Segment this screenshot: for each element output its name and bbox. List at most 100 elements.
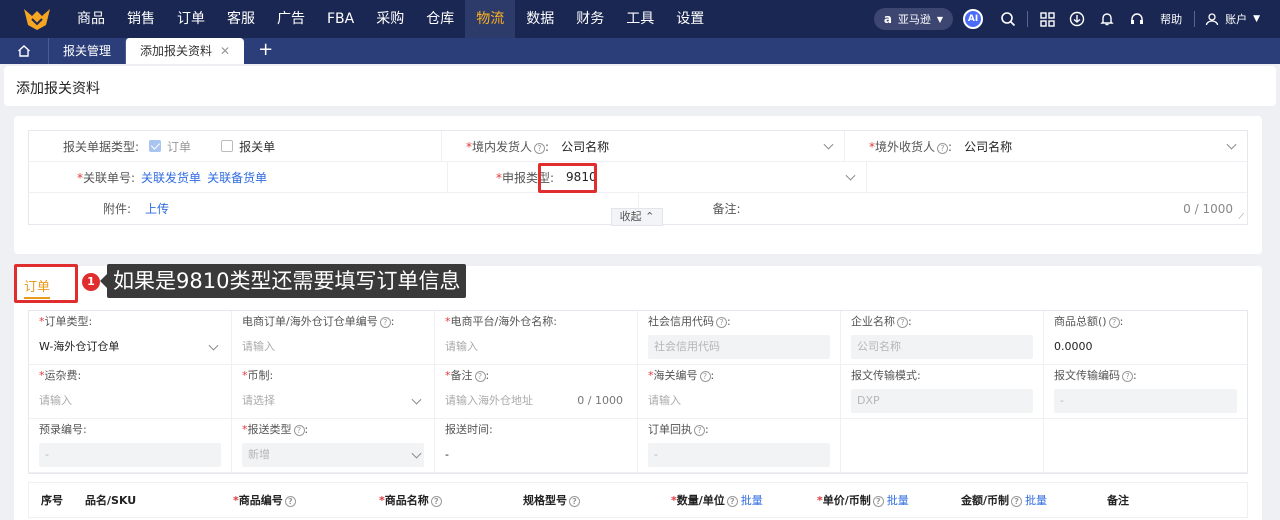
order-field[interactable]: *报送类型?: 新增 [232,419,435,473]
order-field[interactable]: 企业名称?: 公司名称 [841,311,1044,365]
field-input[interactable]: DXP [851,389,1033,413]
consignee-select[interactable]: *境外收货人?: 公司名称 [845,131,1247,161]
related-stock-link[interactable]: 关联备货单 [207,169,267,186]
field-input[interactable]: 社会信用代码 [648,335,830,359]
main-menu: 商品 销售 订单 客服 广告 FBA 采购 仓库 物流 数据 财务 工具 设置 [66,0,715,38]
nav-item[interactable]: FBA [316,0,365,38]
nav-item[interactable]: 销售 [116,0,166,38]
field-value: - [1060,394,1064,407]
highlight-declare-type [538,163,597,193]
colon: : [1133,369,1137,382]
nav-item[interactable]: 数据 [515,0,565,38]
declaration-checkbox[interactable] [221,140,234,152]
shipper-select[interactable]: *境内发货人?: 公司名称 [442,131,845,161]
headset-icon[interactable] [1122,0,1152,38]
order-field[interactable]: *备注?: 请输入海外仓地址 0 / 1000 [435,365,638,419]
nav-item[interactable]: 工具 [615,0,665,38]
add-tab-button[interactable]: + [244,38,287,64]
resize-handle-icon[interactable]: ⟋ [1238,212,1244,222]
order-field[interactable]: *电商平台/海外仓名称: 请输入 [435,311,638,365]
nav-item[interactable]: 广告 [266,0,316,38]
app-logo[interactable] [22,7,52,31]
field-label-text: 报文传输编码 [1054,369,1120,382]
nav-item[interactable]: 财务 [565,0,615,38]
order-field[interactable]: 订单回执?: - [638,419,841,473]
column-label: 数量/单位 [676,494,725,507]
order-field[interactable]: 报送时间: - [435,419,638,473]
field-input[interactable]: 请输入海外仓地址 0 / 1000 [445,389,627,413]
empty-cell [867,162,1247,192]
field-label: *币制: [242,369,424,383]
search-icon[interactable] [993,0,1023,38]
grid-apps-icon[interactable] [1032,0,1062,38]
declare-type-select[interactable]: *申报类型: 9810 [448,162,867,192]
nav-item[interactable]: 客服 [216,0,266,38]
field-input[interactable]: - [445,443,627,467]
field-input[interactable]: 0.0000 [1054,335,1237,359]
column-label: 商品名称 [384,494,429,507]
field-value: 0.0000 [1054,340,1093,353]
order-field[interactable]: *订单类型: W-海外仓订仓单 [29,311,232,365]
download-icon[interactable] [1062,0,1092,38]
field-input[interactable]: 请输入 [39,389,221,413]
field-input[interactable]: 新增 [242,443,424,467]
related-shipment-link[interactable]: 关联发货单 [141,169,201,186]
order-field[interactable]: 电商订单/海外仓订仓单编号?: 请输入 [232,311,435,365]
field-input[interactable]: 公司名称 [851,335,1033,359]
nav-item[interactable]: 商品 [66,0,116,38]
column-label: 商品编号 [238,494,283,507]
nav-item[interactable]: 采购 [365,0,415,38]
field-input[interactable]: 请输入 [445,335,627,359]
column-label: 金额/币制 [961,494,1010,507]
home-icon[interactable] [0,38,48,64]
field-input[interactable]: - [39,443,221,467]
chevron-down-icon [845,170,856,181]
tab-add-customs-data[interactable]: 添加报关资料 ✕ [125,38,245,64]
ai-assistant-button[interactable]: AI [963,9,984,29]
help-icon: ? [897,317,908,328]
order-field[interactable]: 预录编号: - [29,419,232,473]
nav-item[interactable]: 设置 [665,0,715,38]
batch-link[interactable]: 批量 [1025,494,1047,507]
tab-customs-management[interactable]: 报关管理 [48,38,125,64]
order-field[interactable]: 报文传输编码?: - [1044,365,1247,419]
field-label: 订单回执?: [648,423,830,437]
field-input[interactable]: 请输入 [242,335,424,359]
field-label: 报文传输模式: [851,369,1033,383]
nav-item[interactable]: 订单 [166,0,216,38]
chevron-down-icon [411,448,422,459]
order-field[interactable]: 报文传输模式: DXP [841,365,1044,419]
top-nav: 商品 销售 订单 客服 广告 FBA 采购 仓库 物流 数据 财务 工具 设置 a 亚马逊 ▼ AI 帮… [0,0,1280,38]
field-input[interactable]: W-海外仓订仓单 [39,335,221,359]
field-input[interactable]: 请选择 [242,389,424,413]
chevron-down-icon [823,139,834,150]
nav-item[interactable]: 物流 [465,0,516,38]
column-label: 品名/SKU [85,494,137,507]
order-field[interactable]: *运杂费: 请输入 [29,365,232,419]
close-icon[interactable]: ✕ [220,38,230,64]
column-header: 序号 [41,492,63,508]
account-menu[interactable]: 账户 ▼ [1205,11,1260,27]
field-value: 请输入 [39,394,72,407]
order-field[interactable]: *币制: 请选择 [232,365,435,419]
field-label-text: 备注 [450,369,473,382]
bell-icon[interactable] [1092,0,1122,38]
field-input[interactable]: - [648,443,830,467]
field-value: 请输入 [445,340,478,353]
order-checkbox[interactable] [149,140,162,152]
remark-textarea[interactable]: 备注: 0 / 1000 ⟋ [639,193,1248,224]
order-field [841,419,1044,473]
nav-item[interactable]: 仓库 [415,0,465,38]
field-input[interactable]: 请输入 [648,389,830,413]
marketplace-selector[interactable]: a 亚马逊 ▼ [873,8,954,30]
batch-link[interactable]: 批量 [741,494,763,507]
field-input[interactable]: - [1054,389,1237,413]
order-field[interactable]: 社会信用代码?: 社会信用代码 [638,311,841,365]
order-field[interactable]: 商品总额()?: 0.0000 [1044,311,1247,365]
batch-link[interactable]: 批量 [887,494,909,507]
help-link[interactable]: 帮助 [1160,11,1182,27]
order-field[interactable]: *海关编号?: 请输入 [638,365,841,419]
collapse-button[interactable]: 收起 ⌃ [611,208,663,226]
caret-down-icon: ▼ [1253,14,1260,24]
upload-link[interactable]: 上传 [145,200,169,217]
